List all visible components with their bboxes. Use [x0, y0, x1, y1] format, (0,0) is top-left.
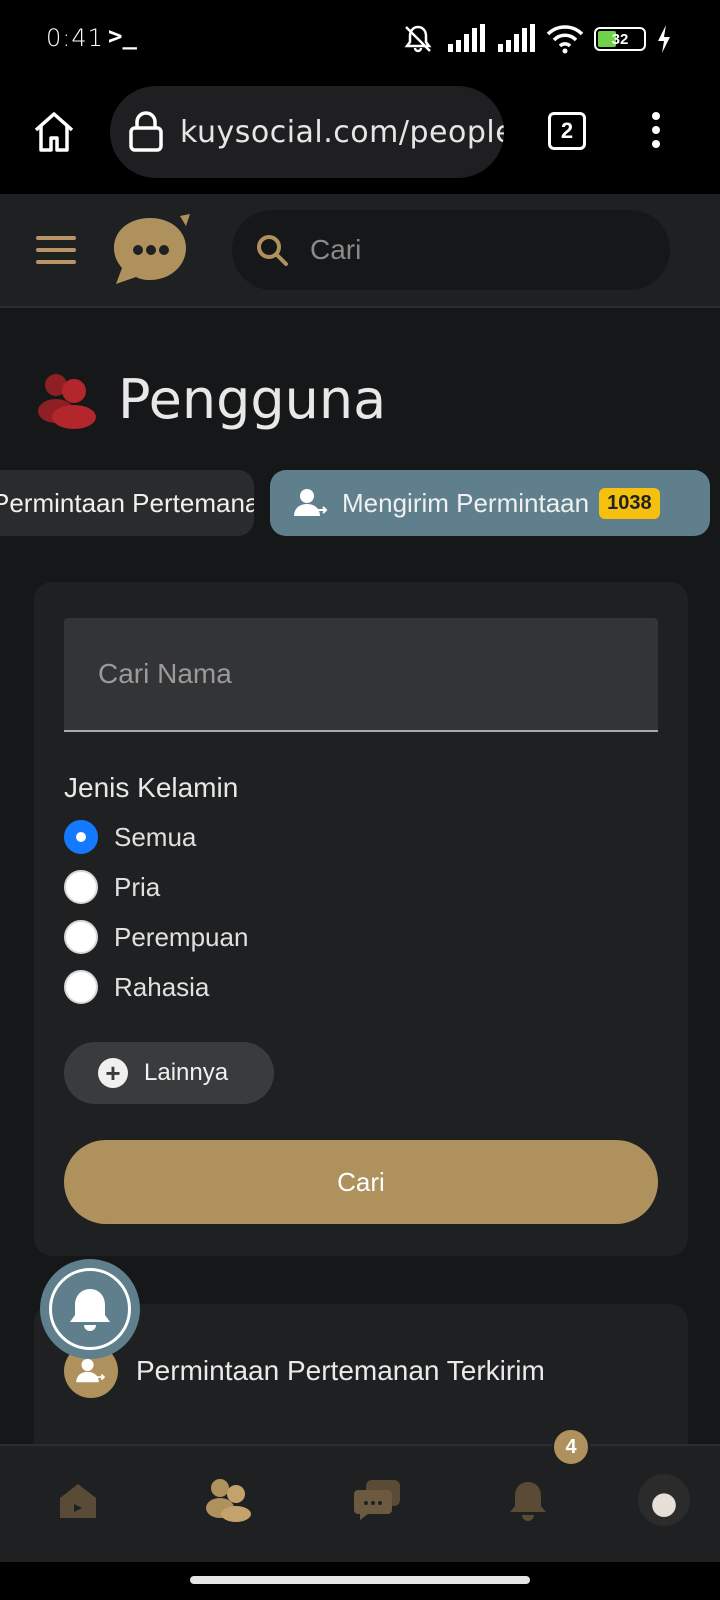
- browser-toolbar: kuysocial.com/people/sent 2: [0, 78, 720, 194]
- gender-option-label: Perempuan: [114, 921, 249, 952]
- signal-icon: [448, 24, 485, 52]
- url-text: kuysocial.com/people/sent: [180, 114, 504, 150]
- users-icon: [38, 373, 96, 429]
- notification-count-badge: 4: [552, 1428, 590, 1466]
- sent-requests-header: Permintaan Pertemanan Terkirim: [64, 1344, 545, 1398]
- gender-option-semua[interactable]: Semua: [64, 820, 196, 854]
- nav-home[interactable]: [46, 1468, 110, 1532]
- more-filters-label: Lainnya: [144, 1059, 229, 1086]
- tab-friend-requests-label: Permintaan Pertemanan: [0, 487, 254, 518]
- battery-icon: 32: [594, 27, 646, 51]
- tab-sent-requests[interactable]: Mengirim Permintaan 1038: [270, 470, 710, 536]
- signal-icon: [498, 24, 535, 52]
- plus-icon: +: [98, 1058, 128, 1088]
- nav-notifications[interactable]: [496, 1468, 560, 1532]
- header-search: [232, 210, 670, 290]
- gender-option-label: Pria: [114, 871, 161, 902]
- page-title-text: Pengguna: [118, 368, 387, 431]
- gender-option-perempuan[interactable]: Perempuan: [64, 920, 248, 954]
- status-icons: 32: [400, 22, 672, 56]
- gender-option-label: Semua: [114, 821, 197, 852]
- home-icon[interactable]: [30, 108, 78, 156]
- search-icon: [257, 235, 288, 266]
- gender-option-rahasia[interactable]: Rahasia: [64, 970, 209, 1004]
- tab-friend-requests[interactable]: Permintaan Pertemanan: [0, 470, 254, 536]
- sent-count-badge: 1038: [599, 487, 660, 519]
- search-button[interactable]: Cari: [64, 1140, 658, 1224]
- gesture-bar: [0, 1562, 720, 1600]
- header-search-input[interactable]: [310, 234, 650, 266]
- url-bar[interactable]: kuysocial.com/people/sent: [110, 86, 504, 178]
- more-vert-icon[interactable]: [646, 112, 666, 152]
- chat-bubble-logo-icon[interactable]: [110, 212, 192, 290]
- home-icon: [60, 1484, 96, 1518]
- messages-icon: [354, 1480, 400, 1520]
- notifications-icon: [510, 1482, 546, 1521]
- nav-messages[interactable]: [346, 1468, 410, 1532]
- notification-fab[interactable]: [40, 1259, 140, 1359]
- terminal-icon: >_: [108, 22, 137, 50]
- radio-rahasia[interactable]: [64, 970, 98, 1004]
- nav-friends[interactable]: [196, 1468, 260, 1532]
- radio-pria[interactable]: [64, 870, 98, 904]
- status-time: 0:41: [46, 24, 104, 52]
- filter-card: Jenis Kelamin Semua Pria Perempuan Rahas…: [34, 582, 688, 1256]
- site-header: [0, 194, 720, 308]
- page-title: Pengguna: [36, 368, 386, 431]
- mute-vibrate-icon: [404, 25, 432, 53]
- tab-switcher-button[interactable]: 2: [548, 112, 586, 150]
- status-bar: 0:41 >_ 32: [0, 0, 720, 78]
- gender-label: Jenis Kelamin: [64, 772, 239, 803]
- radio-perempuan[interactable]: [64, 920, 98, 954]
- tab-sent-requests-label: Mengirim Permintaan: [342, 487, 590, 518]
- friends-icon: [206, 1479, 251, 1522]
- name-field: [64, 618, 658, 732]
- user-sent-icon: [294, 489, 328, 516]
- radio-semua[interactable]: [64, 820, 98, 854]
- charging-icon: [658, 25, 670, 53]
- battery-level: 32: [611, 30, 629, 48]
- gender-option-pria[interactable]: Pria: [64, 870, 160, 904]
- name-search-input[interactable]: [64, 618, 658, 730]
- gender-option-label: Rahasia: [114, 971, 210, 1002]
- wifi-icon: [546, 25, 584, 54]
- lock-icon: [129, 111, 163, 152]
- more-filters-button[interactable]: + Lainnya: [64, 1042, 274, 1104]
- sent-requests-title: Permintaan Pertemanan Terkirim: [136, 1355, 545, 1386]
- bell-icon: [70, 1289, 110, 1331]
- avatar: [638, 1474, 690, 1526]
- bottom-nav: 4: [0, 1428, 720, 1562]
- hamburger-icon[interactable]: [36, 236, 76, 264]
- nav-profile[interactable]: [632, 1468, 696, 1532]
